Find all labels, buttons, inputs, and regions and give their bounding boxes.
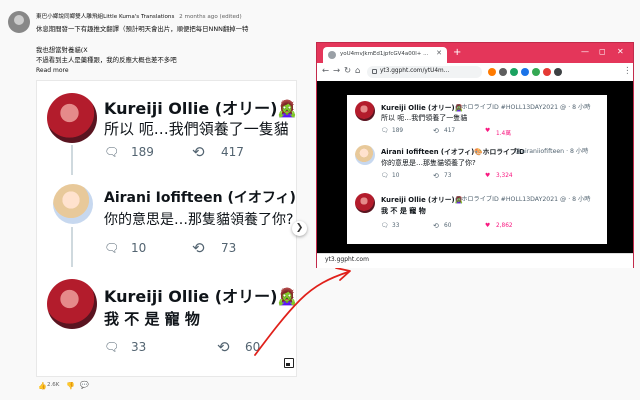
ollie-avatar bbox=[355, 101, 375, 121]
minimize-button[interactable]: — bbox=[581, 47, 589, 56]
post-author[interactable]: 東巴小鄉說同鄉雙人雕飛組Little Kuma's Translations bbox=[36, 14, 174, 20]
heart-icon: ♥ bbox=[485, 223, 491, 229]
thumb-down-icon[interactable]: 👎 bbox=[66, 382, 75, 390]
tab-title: yoU4mvJkmEd1jpfcGV4a00l+ ... bbox=[340, 51, 429, 57]
tweet-3-replies: 33 bbox=[131, 340, 147, 354]
reply-icon: 🗨 bbox=[104, 145, 120, 159]
comment-icon[interactable]: 💬 bbox=[80, 381, 89, 389]
page-viewport: Kureiji Ollie (オリー)🧟‍♀️ @ホロライブID #HOLL13… bbox=[317, 81, 633, 253]
card-tweet-2-name: Airani Iofifteen (イオフィ)🎨ホロライブID bbox=[381, 148, 525, 156]
read-more-link[interactable]: Read more bbox=[36, 67, 69, 74]
browser-tab[interactable]: yoU4mvJkmEd1jpfcGV4a00l+ ... ✕ bbox=[323, 47, 447, 63]
post-line-2: 我也想當對養貓(X bbox=[36, 46, 88, 54]
thumb-up-icon[interactable]: 👍 bbox=[38, 382, 47, 390]
card-tweet-1-name: Kureiji Ollie (オリー)🧟‍♀️ bbox=[381, 104, 464, 112]
browser-menu-icon[interactable]: ⋮ bbox=[623, 66, 632, 77]
retweet-icon: ⟲ bbox=[433, 172, 439, 180]
retweet-icon: ⟲ bbox=[192, 239, 205, 257]
tweet-2-name: Airani Iofifteen (イオフィ)🎨ホロ bbox=[104, 190, 296, 206]
home-button[interactable]: ⌂ bbox=[355, 66, 360, 77]
tweet-2-retweets: 73 bbox=[221, 241, 237, 255]
maximize-button[interactable]: ◻ bbox=[599, 47, 606, 56]
status-bar: yt3.ggpht.com bbox=[317, 253, 633, 268]
card-tweet-2-handle: @airaniiofifteen · 8 小時 bbox=[515, 148, 589, 155]
browser-window: yoU4mvJkmEd1jpfcGV4a00l+ ... ✕ + — ◻ ✕ ←… bbox=[316, 42, 634, 268]
extension-icon-4[interactable] bbox=[521, 68, 529, 76]
extension-icon-1[interactable] bbox=[488, 68, 496, 76]
next-image-button[interactable]: ❯ bbox=[292, 221, 307, 236]
reply-icon: 🗨 bbox=[381, 223, 389, 229]
retweet-icon: ⟲ bbox=[433, 222, 439, 230]
reload-button[interactable]: ↻ bbox=[344, 66, 351, 77]
extension-icon-7[interactable] bbox=[554, 68, 562, 76]
extension-icon-5[interactable] bbox=[532, 68, 540, 76]
reply-icon: 🗨 bbox=[104, 241, 120, 255]
tab-bar: yoU4mvJkmEd1jpfcGV4a00l+ ... ✕ + — ◻ ✕ bbox=[317, 43, 633, 63]
extension-icon-3[interactable] bbox=[510, 68, 518, 76]
card-tweet-3-likes: 2,862 bbox=[496, 223, 513, 229]
window-close-button[interactable]: ✕ bbox=[617, 47, 624, 56]
red-arrow-annotation bbox=[254, 267, 351, 356]
post-line-1: 休息期間發一下有趣推文翻譯（預計明天會出片，順便把每日NNN翻掉一特 bbox=[36, 25, 249, 33]
tweet-3-text: 我 不 是 寵 物 bbox=[104, 310, 200, 328]
tweet-2-text: 你的意思是…那隻貓領養了你? bbox=[104, 212, 294, 228]
retweet-icon: ⟲ bbox=[192, 143, 205, 161]
status-url: yt3.ggpht.com bbox=[325, 256, 369, 263]
thread-line bbox=[71, 145, 73, 175]
card-tweet-3-retweets: 60 bbox=[444, 223, 452, 229]
heart-icon: ♥ bbox=[485, 128, 491, 134]
card-tweet-2-replies: 10 bbox=[392, 173, 400, 179]
ollie-avatar bbox=[47, 93, 97, 143]
ollie-avatar bbox=[47, 279, 97, 329]
channel-avatar[interactable] bbox=[8, 11, 30, 33]
card-tweet-3-name: Kureiji Ollie (オリー)🧟‍♀️ bbox=[381, 196, 464, 204]
card-tweet-1-replies: 189 bbox=[392, 128, 404, 134]
card-tweet-1-handle: @ホロライブID #HOLL13DAY2021 @ · 8 小時 bbox=[455, 104, 591, 111]
extension-icon-6[interactable] bbox=[543, 68, 551, 76]
like-count: 2.6K bbox=[47, 382, 60, 388]
tweet-2-replies: 10 bbox=[131, 241, 147, 255]
reply-icon: 🗨 bbox=[381, 128, 389, 134]
forward-button[interactable]: → bbox=[333, 66, 340, 77]
tweet-1-text: 所以 呃…我們領養了一隻貓 bbox=[104, 120, 289, 138]
heart-icon: ♥ bbox=[485, 173, 491, 179]
reply-icon: 🗨 bbox=[104, 340, 120, 354]
ollie-avatar bbox=[355, 193, 375, 213]
card-tweet-2-retweets: 73 bbox=[444, 173, 452, 179]
airani-avatar bbox=[53, 184, 93, 224]
card-tweet-3-replies: 33 bbox=[392, 223, 400, 229]
retweet-icon: ⟲ bbox=[217, 338, 230, 356]
favicon-icon bbox=[328, 51, 336, 59]
post-line-3: 不過看到主人是藥種跟，我的反應大概也差不多吧 bbox=[36, 56, 177, 64]
card-tweet-2-likes: 3,324 bbox=[496, 173, 513, 179]
card-tweet-1-text: 所以 呃…我們領養了一隻貓 bbox=[381, 114, 468, 122]
thread-line bbox=[71, 227, 73, 267]
new-tab-button[interactable]: + bbox=[453, 48, 461, 58]
back-button[interactable]: ← bbox=[322, 66, 329, 77]
retweet-icon: ⟲ bbox=[433, 127, 439, 135]
reply-icon: 🗨 bbox=[381, 173, 389, 179]
post-time[interactable]: 2 months ago (edited) bbox=[179, 14, 241, 20]
tab-close-icon[interactable]: ✕ bbox=[436, 49, 442, 57]
card-tweet-1-likes: 1.4萬 bbox=[496, 131, 512, 137]
address-bar[interactable]: yt3.ggpht.com/ytU4m... bbox=[367, 66, 482, 78]
tweet-1-retweets: 417 bbox=[221, 145, 244, 159]
lock-icon bbox=[372, 69, 377, 74]
address-url[interactable]: yt3.ggpht.com/ytU4m... bbox=[380, 68, 449, 74]
card-tweet-3-handle: @ホロライブID #HOLL13DAY2021 @ · 8 小時 bbox=[455, 196, 591, 203]
tweet-card-image[interactable]: Kureiji Ollie (オリー)🧟‍♀️ @ホロライブID #HOLL13… bbox=[347, 95, 607, 244]
airani-avatar bbox=[355, 145, 375, 165]
card-tweet-3-text: 我 不 是 寵 物 bbox=[381, 207, 426, 215]
card-tweet-1-retweets: 417 bbox=[444, 128, 456, 134]
browser-toolbar: ← → ↻ ⌂ yt3.ggpht.com/ytU4m... ⋮ bbox=[317, 63, 633, 81]
card-tweet-2-text: 你的意思是…那隻貓領養了你? bbox=[381, 159, 476, 167]
tweet-1-replies: 189 bbox=[131, 145, 154, 159]
post-header: 東巴小鄉說同鄉雙人雕飛組Little Kuma's Translations 2… bbox=[36, 12, 242, 20]
tweet-1-name: Kureiji Ollie (オリー)🧟‍♀️ @ホロラ bbox=[104, 99, 297, 118]
extension-icon-2[interactable] bbox=[499, 68, 507, 76]
